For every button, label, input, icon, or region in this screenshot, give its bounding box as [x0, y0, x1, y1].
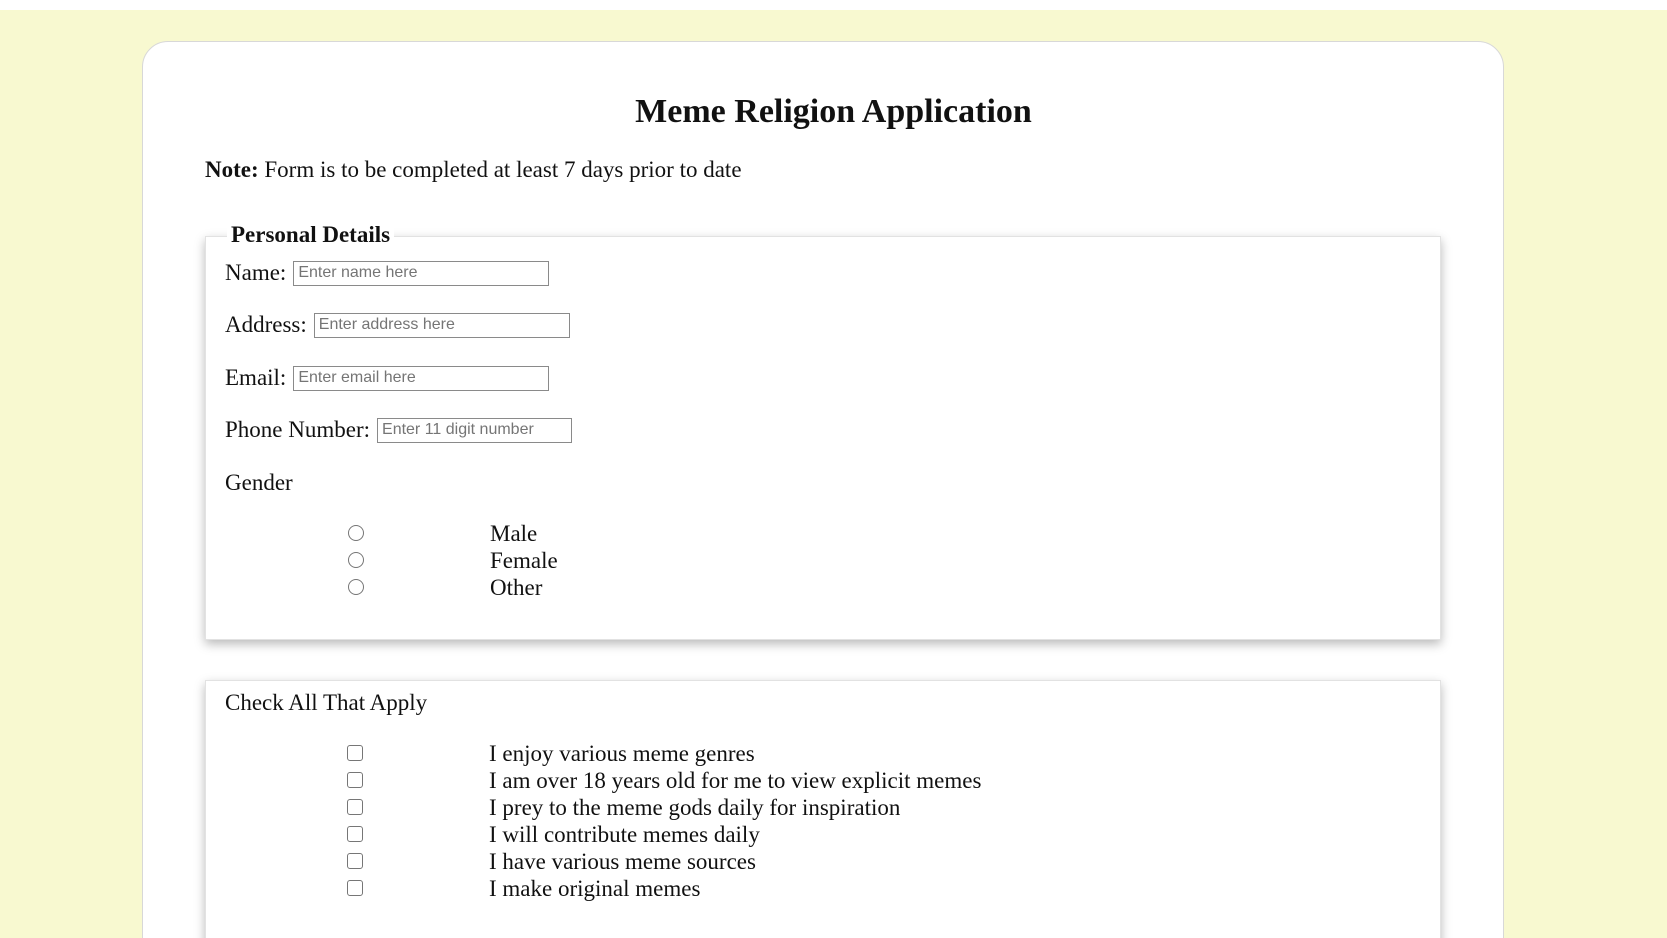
check-option-label: I prey to the meme gods daily for inspir… — [489, 795, 901, 820]
address-label: Address: — [225, 312, 307, 337]
check-option-label: I have various meme sources — [489, 849, 756, 874]
check-option: I will contribute memes daily — [206, 821, 1206, 848]
phone-label: Phone Number: — [225, 417, 371, 442]
gender-label: Gender — [225, 470, 293, 495]
form-note: Note: Form is to be completed at least 7… — [205, 155, 742, 185]
gender-female-label: Female — [490, 548, 558, 573]
check-option-label: I make original memes — [489, 876, 701, 901]
check-option: I enjoy various meme genres — [206, 740, 1206, 767]
check-option-label: I am over 18 years old for me to view ex… — [489, 768, 982, 793]
gender-option-female: Female — [206, 547, 1206, 574]
phone-row: Phone Number: — [225, 415, 573, 445]
check-option: I have various meme sources — [206, 848, 1206, 875]
name-row: Name: — [225, 258, 550, 288]
gender-other-label: Other — [490, 575, 543, 600]
email-label: Email: — [225, 365, 287, 390]
page-title: Meme Religion Application — [635, 93, 1032, 130]
check-option-checkbox[interactable] — [347, 799, 363, 815]
check-option-label: I enjoy various meme genres — [489, 741, 755, 766]
check-option: I prey to the meme gods daily for inspir… — [206, 794, 1206, 821]
check-option: I am over 18 years old for me to view ex… — [206, 767, 1206, 794]
note-label: Note: — [205, 157, 259, 182]
address-input[interactable] — [313, 312, 570, 338]
check-option-checkbox[interactable] — [347, 826, 363, 842]
personal-details-fieldset: Personal Details Name: Address: Email: P… — [205, 220, 1441, 640]
personal-details-legend: Personal Details — [227, 220, 395, 250]
check-all-heading: Check All That Apply — [225, 690, 428, 715]
name-label: Name: — [225, 260, 287, 285]
gender-female-radio[interactable] — [348, 552, 364, 568]
name-input[interactable] — [293, 260, 550, 286]
check-option-checkbox[interactable] — [347, 880, 363, 896]
check-option: I make original memes — [206, 875, 1206, 902]
email-input[interactable] — [293, 365, 550, 391]
gender-other-radio[interactable] — [348, 579, 364, 595]
gender-male-label: Male — [490, 521, 538, 546]
check-option-label: I will contribute memes daily — [489, 822, 760, 847]
gender-male-radio[interactable] — [348, 525, 364, 541]
check-option-checkbox[interactable] — [347, 853, 363, 869]
gender-option-other: Other — [206, 574, 1206, 601]
check-option-checkbox[interactable] — [347, 745, 363, 761]
note-text: Form is to be completed at least 7 days … — [258, 157, 742, 182]
check-option-checkbox[interactable] — [347, 772, 363, 788]
gender-option-male: Male — [206, 520, 1206, 547]
address-row: Address: — [225, 310, 570, 340]
email-row: Email: — [225, 363, 550, 393]
check-all-fieldset: Check All That Apply I enjoy various mem… — [205, 680, 1441, 938]
phone-input[interactable] — [377, 417, 573, 443]
